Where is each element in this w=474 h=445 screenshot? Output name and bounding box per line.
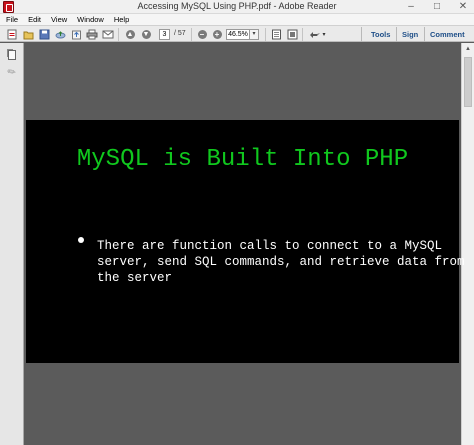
minimize-button[interactable]: –	[404, 1, 418, 13]
window-title: Accessing MySQL Using PHP.pdf - Adobe Re…	[137, 1, 337, 11]
email-icon[interactable]	[102, 28, 114, 40]
slide-body-line: There are function calls to connect to a…	[97, 239, 443, 253]
toolbar-separator	[361, 27, 362, 42]
attachments-icon[interactable]: ✎	[5, 66, 18, 80]
slide-body-line: server, send SQL commands, and retrieve …	[97, 255, 465, 269]
fit-page-icon[interactable]	[270, 28, 282, 40]
menu-bar: File Edit View Window Help	[0, 14, 474, 25]
bullet-point	[78, 237, 84, 243]
menu-help[interactable]: Help	[114, 15, 129, 24]
toolbar-separator	[396, 27, 397, 42]
close-button[interactable]: ✕	[456, 1, 470, 13]
window-controls: – □ ✕	[404, 1, 470, 13]
toolbar-separator	[191, 28, 192, 41]
slide-body-text: There are function calls to connect to a…	[97, 238, 465, 286]
upload-icon[interactable]	[70, 28, 82, 40]
scrollbar-thumb[interactable]	[464, 57, 472, 107]
menu-view[interactable]: View	[51, 15, 67, 24]
title-bar: Accessing MySQL Using PHP.pdf - Adobe Re…	[0, 0, 474, 14]
chevron-down-icon[interactable]: ▾	[320, 28, 328, 40]
zoom-dropdown-button[interactable]: ▾	[250, 29, 259, 40]
toolbar-separator	[118, 28, 119, 41]
page-number-input[interactable]: 3	[159, 29, 170, 40]
slide-body-line: the server	[97, 271, 173, 285]
menu-window[interactable]: Window	[77, 15, 104, 24]
page-total: / 57	[174, 30, 186, 37]
navigation-pane: ✎	[0, 43, 24, 445]
open-icon[interactable]	[22, 28, 34, 40]
toolbar: ▲ ▼ 3 / 57 – + 46.5% ▾ ▾ Tools Sign Comm…	[0, 25, 474, 42]
pdf-page-slide: MySQL is Built Into PHP There are functi…	[26, 120, 465, 363]
scroll-up-icon[interactable]: ▲	[463, 44, 473, 54]
menu-edit[interactable]: Edit	[28, 15, 41, 24]
page-thumbnails-icon[interactable]	[7, 49, 17, 60]
create-pdf-icon[interactable]	[6, 28, 18, 40]
zoom-in-icon[interactable]: +	[211, 28, 223, 40]
slide-title: MySQL is Built Into PHP	[76, 146, 409, 173]
toolbar-separator	[302, 28, 303, 41]
zoom-out-icon[interactable]: –	[196, 28, 208, 40]
prev-page-icon[interactable]: ▲	[124, 28, 136, 40]
sign-button[interactable]: Sign	[402, 30, 418, 39]
comment-button[interactable]: Comment	[430, 30, 465, 39]
save-icon[interactable]	[38, 28, 50, 40]
next-page-icon[interactable]: ▼	[140, 28, 152, 40]
print-icon[interactable]	[86, 28, 98, 40]
menu-file[interactable]: File	[6, 15, 18, 24]
cloud-upload-icon[interactable]	[54, 28, 66, 40]
vertical-scrollbar[interactable]: ▲	[461, 43, 474, 445]
adobe-reader-window: Accessing MySQL Using PHP.pdf - Adobe Re…	[0, 0, 474, 445]
toolbar-separator	[265, 28, 266, 41]
maximize-button[interactable]: □	[430, 1, 444, 13]
tools-button[interactable]: Tools	[371, 30, 390, 39]
full-screen-icon[interactable]	[286, 28, 298, 40]
zoom-level-input[interactable]: 46.5%	[226, 29, 250, 40]
toolbar-separator	[424, 27, 425, 42]
